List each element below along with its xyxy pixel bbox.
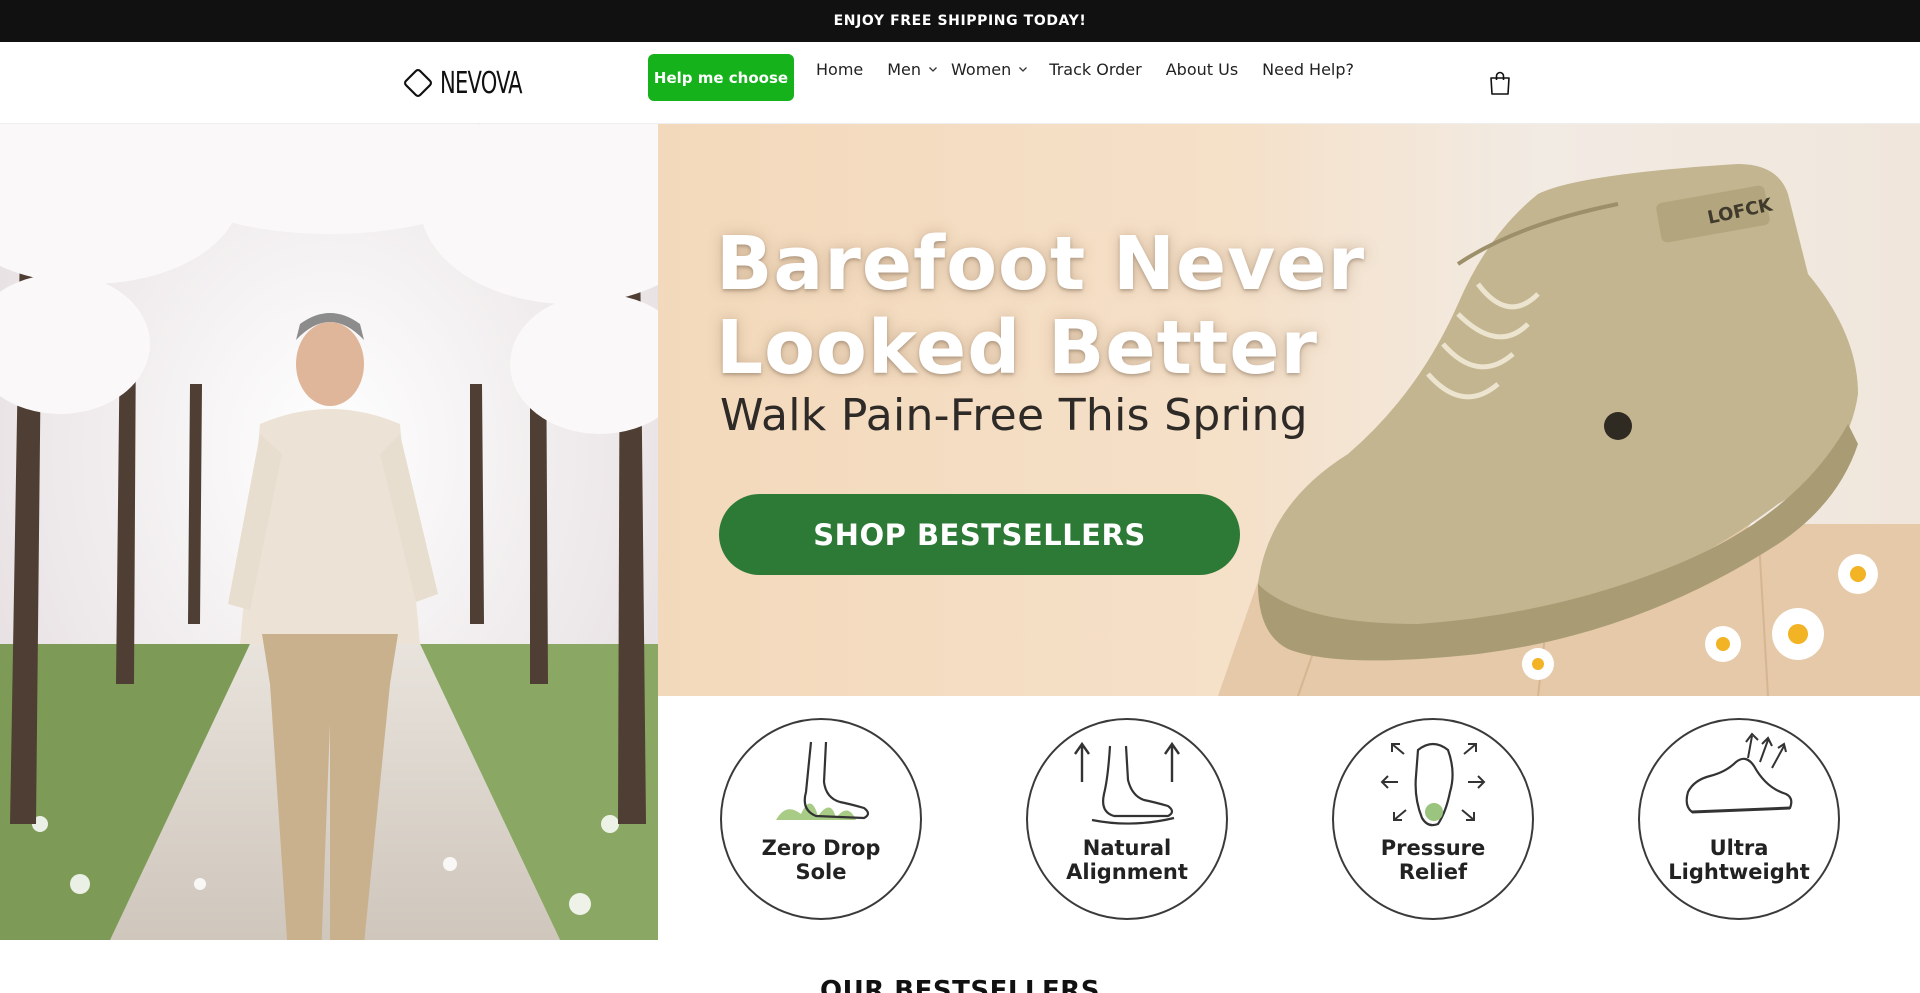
nav-item-need-help[interactable]: Need Help? bbox=[1262, 60, 1354, 79]
feature-label-line: Sole bbox=[795, 860, 847, 884]
chevron-down-icon bbox=[929, 67, 938, 72]
shopping-bag-icon bbox=[1490, 71, 1510, 95]
nav-item-home[interactable]: Home bbox=[816, 60, 863, 79]
nav-item-women[interactable]: Women bbox=[951, 60, 1029, 79]
logo[interactable]: NEVOVA bbox=[400, 64, 545, 102]
shop-bestsellers-button[interactable]: SHOP BESTSELLERS bbox=[719, 494, 1240, 575]
feature-label-line: Relief bbox=[1398, 860, 1468, 884]
nav-item-label: Track Order bbox=[1049, 59, 1142, 79]
main-nav: Home Men Women Track Order About Us Need… bbox=[816, 54, 1354, 84]
logo-text: NEVOVA bbox=[440, 65, 523, 101]
nav-item-men[interactable]: Men bbox=[887, 60, 939, 79]
feature-badges: Zero Drop Sole Natural Alignment Pressur… bbox=[658, 696, 1920, 940]
feature-label-line: Ultra bbox=[1709, 836, 1769, 860]
hero-promo-panel: LOFCK Barefoot Never Looked Better Walk … bbox=[658, 124, 1920, 696]
hero-headline-line: Barefoot Never bbox=[716, 221, 1366, 307]
foot-pressure-points-icon bbox=[1380, 742, 1486, 827]
feature-label-line: Lightweight bbox=[1668, 860, 1810, 884]
hero-headline: Barefoot Never Looked Better bbox=[716, 222, 1365, 390]
nav-item-label: Home bbox=[816, 59, 864, 79]
bare-foot-on-grass-icon bbox=[776, 741, 870, 820]
lightweight-sneaker-icon bbox=[1685, 732, 1793, 814]
diamond-logo-icon bbox=[404, 69, 432, 97]
nav-item-label: Women bbox=[951, 59, 1012, 79]
feature-natural-alignment: Natural Alignment bbox=[1026, 718, 1228, 920]
bestsellers-title: OUR BESTSELLERS bbox=[820, 976, 1100, 993]
feature-pressure-relief: Pressure Relief bbox=[1332, 718, 1534, 920]
nav-item-label: About Us bbox=[1165, 59, 1239, 79]
nav-item-label: Need Help? bbox=[1262, 59, 1355, 79]
nav-item-about-us[interactable]: About Us bbox=[1166, 60, 1238, 79]
nav-item-track-order[interactable]: Track Order bbox=[1049, 60, 1141, 79]
foot-alignment-arrows-icon bbox=[1074, 741, 1180, 825]
hero-lifestyle-photo bbox=[0, 124, 658, 940]
feature-label-line: Alignment bbox=[1066, 860, 1188, 884]
help-me-choose-button[interactable]: Help me choose bbox=[648, 54, 794, 101]
hero-banner[interactable]: LOFCK Barefoot Never Looked Better Walk … bbox=[0, 124, 1920, 940]
announcement-bar: ENJOY FREE SHIPPING TODAY! bbox=[0, 0, 1920, 42]
cart-button[interactable] bbox=[1488, 70, 1512, 96]
feature-label-line: Zero Drop bbox=[761, 836, 881, 860]
nav-item-label: Men bbox=[887, 59, 922, 79]
site-header: NEVOVA Help me choose Home Men Women Tra… bbox=[0, 42, 1920, 124]
feature-zero-drop: Zero Drop Sole bbox=[720, 718, 922, 920]
chevron-down-icon bbox=[1019, 67, 1028, 72]
hero-headline-line: Looked Better bbox=[716, 305, 1319, 391]
feature-label-line: Pressure bbox=[1380, 836, 1486, 860]
announcement-text: ENJOY FREE SHIPPING TODAY! bbox=[833, 13, 1087, 29]
feature-ultra-lightweight: Ultra Lightweight bbox=[1638, 718, 1840, 920]
feature-label-line: Natural bbox=[1082, 836, 1172, 860]
hero-subheadline: Walk Pain-Free This Spring bbox=[720, 390, 1308, 441]
man-walking-blossom-path-image bbox=[0, 124, 658, 940]
